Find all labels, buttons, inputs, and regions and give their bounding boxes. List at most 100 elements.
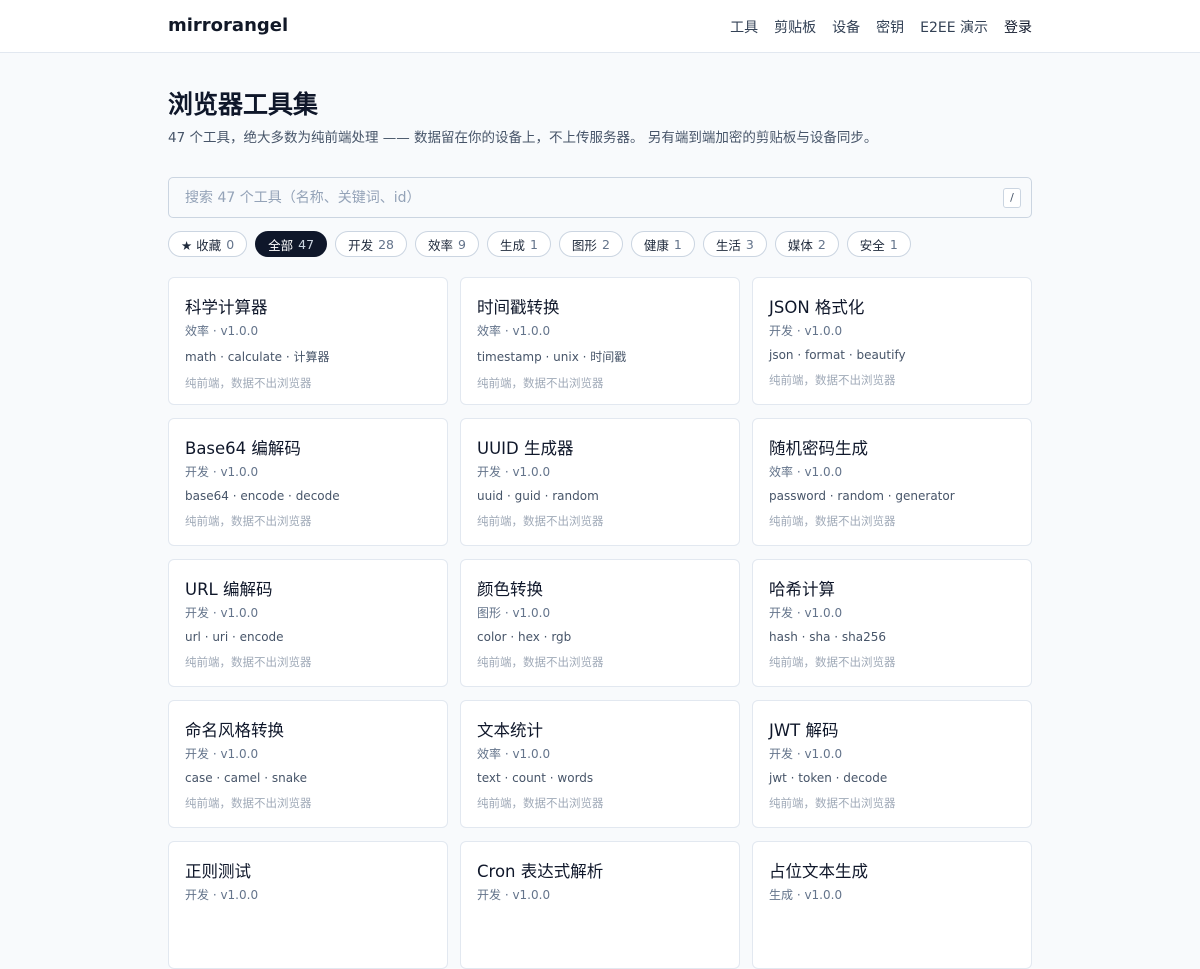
page-subtitle: 47 个工具，绝大多数为纯前端处理 —— 数据留在你的设备上，不上传服务器。 另… bbox=[168, 130, 878, 146]
tool-card[interactable]: UUID 生成器 开发 · v1.0.0 uuid · guid · random 纯… bbox=[460, 418, 740, 546]
filter-chip-count: 1 bbox=[889, 236, 898, 252]
filter-chip-count: 0 bbox=[226, 236, 235, 252]
tool-title: 颜色转换 bbox=[477, 580, 543, 599]
filter-chip-count: 28 bbox=[378, 236, 394, 252]
filter-chip-label: 生活 bbox=[715, 237, 741, 253]
tool-meta: 开发 · v1.0.0 bbox=[769, 606, 843, 620]
filter-chip-all[interactable]: 全部 47 bbox=[255, 231, 328, 257]
tool-title: 命名风格转换 bbox=[185, 721, 284, 740]
tool-meta: 效率 · v1.0.0 bbox=[477, 324, 551, 338]
filter-chip-label: 图形 bbox=[571, 237, 597, 253]
nav-tools[interactable]: 工具 bbox=[730, 17, 758, 37]
filter-chip-count: 2 bbox=[601, 236, 610, 252]
filter-chip-graphics[interactable]: 图形 2 bbox=[558, 231, 623, 257]
tool-privacy-note: 纯前端，数据不出浏览器 bbox=[185, 514, 312, 528]
tool-title: Base64 编解码 bbox=[185, 439, 301, 458]
filter-chip-life[interactable]: 生活 3 bbox=[702, 231, 767, 257]
tool-keywords: password · random · generator bbox=[769, 489, 955, 503]
tool-keywords: timestamp · unix · 时间戳 bbox=[477, 350, 627, 364]
tool-card[interactable]: 占位文本生成生成 · v1.0.0 bbox=[752, 841, 1032, 969]
filter-chip-label: 开发 bbox=[348, 237, 374, 253]
tool-keywords: jwt · token · decode bbox=[769, 771, 888, 785]
tool-keywords: color · hex · rgb bbox=[477, 630, 572, 644]
tool-privacy-note: 纯前端，数据不出浏览器 bbox=[477, 376, 604, 390]
filter-chip-favorites[interactable]: ★ 收藏 0 bbox=[168, 231, 248, 257]
tool-card[interactable]: 正则测试开发 · v1.0.0 bbox=[168, 841, 448, 969]
nav-devices[interactable]: 设备 bbox=[832, 17, 860, 37]
tool-card[interactable]: 随机密码生成 效率 · v1.0.0 password · random · gen… bbox=[752, 418, 1032, 546]
nav-e2ee-demo[interactable]: E2EE 演示 bbox=[920, 17, 988, 37]
tool-title: JWT 解码 bbox=[769, 721, 839, 740]
tool-card[interactable]: JSON 格式化 开发 · v1.0.0 json · format · beaut… bbox=[752, 277, 1032, 405]
tool-card[interactable]: JWT 解码 开发 · v1.0.0 jwt · token · decode 纯前端… bbox=[752, 700, 1032, 828]
nav-clipboard[interactable]: 剪贴板 bbox=[774, 17, 816, 37]
tool-title: 占位文本生成 bbox=[769, 862, 868, 881]
top-navbar: mirrorangel 工具 剪贴板 设备 密钥 E2EE 演示 登录 bbox=[0, 0, 1200, 53]
tool-meta: 开发 · v1.0.0 bbox=[185, 465, 259, 479]
tool-title: URL 编解码 bbox=[185, 580, 273, 599]
search-box: / bbox=[168, 177, 1032, 218]
tool-card[interactable]: 科学计算器 效率 · v1.0.0 math · calculate · 计算器 纯前… bbox=[168, 277, 448, 405]
tool-privacy-note: 纯前端，数据不出浏览器 bbox=[769, 796, 896, 810]
tool-card[interactable]: 文本统计效率 · v1.0.0 text · count · words 纯前端，数… bbox=[460, 700, 740, 828]
tool-title: 哈希计算 bbox=[769, 580, 835, 599]
tool-meta: 开发 · v1.0.0 bbox=[185, 606, 259, 620]
tool-meta: 效率 · v1.0.0 bbox=[185, 324, 259, 338]
filter-chip-label: 安全 bbox=[859, 237, 885, 253]
tool-keywords: math · calculate · 计算器 bbox=[185, 350, 330, 364]
filter-chip-dev[interactable]: 开发 28 bbox=[335, 231, 407, 257]
nav-login[interactable]: 登录 bbox=[1004, 17, 1032, 37]
tool-card[interactable]: Base64 编解码开发 · v1.0.0 base64 · encode · d… bbox=[168, 418, 448, 546]
tool-card[interactable]: URL 编解码开发 · v1.0.0 url · uri · encode 纯前端，… bbox=[168, 559, 448, 687]
tool-meta: 效率 · v1.0.0 bbox=[477, 747, 551, 761]
tool-title: 文本统计 bbox=[477, 721, 543, 740]
tool-keywords: url · uri · encode bbox=[185, 630, 284, 644]
main-nav: 工具 剪贴板 设备 密钥 E2EE 演示 登录 bbox=[730, 17, 1032, 37]
filter-chip-health[interactable]: 健康 1 bbox=[630, 231, 695, 257]
tool-keywords: hash · sha · sha256 bbox=[769, 630, 887, 644]
tool-keywords: case · camel · snake bbox=[185, 771, 307, 785]
tool-meta: 生成 · v1.0.0 bbox=[769, 888, 843, 902]
tool-title: 正则测试 bbox=[185, 862, 251, 881]
tool-meta: 开发 · v1.0.0 bbox=[477, 888, 551, 902]
tool-meta: 开发 · v1.0.0 bbox=[185, 888, 259, 902]
filter-chip-label: 效率 bbox=[427, 237, 453, 253]
search-shortcut-key: / bbox=[1003, 188, 1021, 208]
tool-privacy-note: 纯前端，数据不出浏览器 bbox=[477, 514, 604, 528]
tool-title: 时间戳转换 bbox=[477, 298, 560, 317]
tool-keywords: uuid · guid · random bbox=[477, 489, 599, 503]
tool-card[interactable]: 命名风格转换开发 · v1.0.0 case · camel · snake 纯前端… bbox=[168, 700, 448, 828]
tool-title: Cron 表达式解析 bbox=[477, 862, 604, 881]
brand-logo[interactable]: mirrorangel bbox=[168, 15, 288, 36]
tool-card[interactable]: 颜色转换 图形 · v1.0.0 color · hex · rgb 纯前端，数据不出… bbox=[460, 559, 740, 687]
tool-privacy-note: 纯前端，数据不出浏览器 bbox=[185, 655, 312, 669]
filter-chip-efficiency[interactable]: 效率 9 bbox=[414, 231, 479, 257]
tool-privacy-note: 纯前端，数据不出浏览器 bbox=[477, 655, 604, 669]
tool-card[interactable]: 时间戳转换效率 · v1.0.0 timestamp · unix · 时间戳 纯前… bbox=[460, 277, 740, 405]
filter-chip-media[interactable]: 媒体 2 bbox=[774, 231, 839, 257]
filter-chip-label: 媒体 bbox=[787, 237, 813, 253]
filter-chip-generate[interactable]: 生成 1 bbox=[486, 231, 551, 257]
tool-meta: 效率 · v1.0.0 bbox=[769, 465, 843, 479]
tool-keywords: base64 · encode · decode bbox=[185, 489, 340, 503]
filter-chip-security[interactable]: 安全 1 bbox=[846, 231, 911, 257]
tool-card[interactable]: Cron 表达式解析开发 · v1.0.0 bbox=[460, 841, 740, 969]
page-title: 浏览器工具集 bbox=[168, 90, 319, 119]
category-filters: ★ 收藏 0 全部 47 开发 28 效率 9 生成 1 图形 2 健康 1 生活 3 媒体 2 安全 1 bbox=[168, 231, 911, 257]
tool-privacy-note: 纯前端，数据不出浏览器 bbox=[769, 655, 896, 669]
filter-chip-label: 生成 bbox=[499, 237, 525, 253]
tool-title: JSON 格式化 bbox=[769, 298, 865, 317]
tool-meta: 开发 · v1.0.0 bbox=[769, 324, 843, 338]
filter-chip-count: 1 bbox=[673, 236, 682, 252]
filter-chip-count: 3 bbox=[745, 236, 754, 252]
tool-card[interactable]: 哈希计算开发 · v1.0.0 hash · sha · sha256 纯前端，数据… bbox=[752, 559, 1032, 687]
nav-keys[interactable]: 密钥 bbox=[876, 17, 904, 37]
tool-keywords: text · count · words bbox=[477, 771, 594, 785]
tool-meta: 开发 · v1.0.0 bbox=[185, 747, 259, 761]
filter-chip-count: 47 bbox=[298, 236, 315, 252]
filter-chip-label: 健康 bbox=[643, 237, 669, 253]
filter-chip-label: 全部 bbox=[268, 237, 294, 253]
search-input[interactable] bbox=[169, 178, 1031, 217]
tool-privacy-note: 纯前端，数据不出浏览器 bbox=[185, 796, 312, 810]
tool-privacy-note: 纯前端，数据不出浏览器 bbox=[477, 796, 604, 810]
